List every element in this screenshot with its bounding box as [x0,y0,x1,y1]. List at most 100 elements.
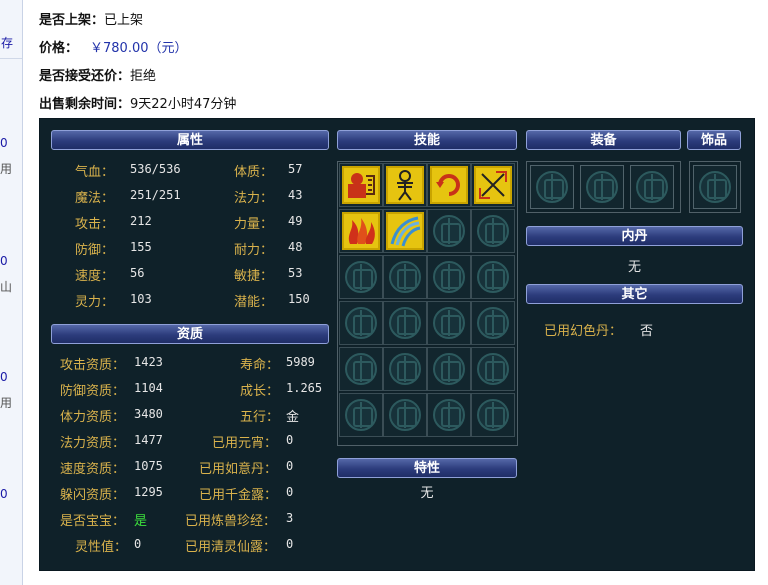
skill-slot-empty [339,393,383,437]
sidebar-fragment[interactable]: 0 [0,487,8,501]
aptitude-value: 0 [286,459,294,473]
equipment-slot[interactable] [580,165,624,209]
empty-slot-emblem-icon [477,215,509,247]
sidebar-fragment[interactable]: 0 [0,136,8,150]
attr-label: 法力： [234,191,274,206]
aptitude-value: 金 [286,410,300,425]
equipment-slots [526,161,681,213]
skill-slot[interactable] [383,209,427,253]
skill-slot[interactable] [339,209,383,253]
skill-slot[interactable] [471,163,515,207]
empty-slot-emblem-icon [433,353,465,385]
skill-slot[interactable] [427,163,471,207]
other-label: 已用幻色丹： [544,324,623,339]
empty-slot-emblem-icon [389,307,421,339]
sidebar-fragment[interactable]: 存 [1,34,13,51]
aptitude-value: 1.265 [286,381,323,395]
sidebar-fragment: 用 [0,396,13,410]
equipment-slot[interactable] [530,165,574,209]
skill-4-icon[interactable] [474,166,512,204]
attr-label: 体质： [234,165,274,180]
empty-slot-emblem-icon [477,307,509,339]
attr-value: 49 [288,214,303,228]
aptitude-value: 1423 [134,355,163,369]
empty-slot-emblem-icon [586,171,618,203]
aptitude-label: 已用炼兽珍经： [185,514,277,529]
skill-1-icon[interactable] [342,166,380,204]
empty-slot-emblem-icon [345,261,377,293]
aptitude-value: 1477 [134,433,163,447]
sidebar-divider [0,58,22,59]
attr-label: 气血： [75,165,115,180]
attributes-header: 属性 [51,130,329,150]
skill-3-icon[interactable] [430,166,468,204]
other-header: 其它 [526,284,743,304]
aptitude-label: 躲闪资质： [60,488,126,503]
empty-slot-emblem-icon [345,399,377,431]
aptitude-label: 寿命： [240,358,280,373]
other-value: 否 [640,324,654,339]
attr-label: 速度： [75,269,115,284]
skill-6-icon[interactable] [386,212,424,250]
skills-header: 技能 [337,130,517,150]
skill-5-icon[interactable] [342,212,380,250]
attr-label: 攻击： [75,217,115,232]
time-left-label: 出售剩余时间： [39,97,131,112]
attr-label: 力量： [234,217,274,232]
skill-slot-empty [339,347,383,391]
aptitude-label: 灵性值： [75,540,128,555]
skills-grid [337,161,518,446]
empty-slot-emblem-icon [389,353,421,385]
sidebar-fragment[interactable]: 0 [0,254,8,268]
aptitude-label: 速度资质： [60,462,126,477]
empty-slot-emblem-icon [345,307,377,339]
equipment-header: 装备 [526,130,681,150]
neidan-value: 无 [627,260,641,275]
aptitude-value: 3480 [134,407,163,421]
empty-slot-emblem-icon [389,399,421,431]
attr-value: 57 [288,162,303,176]
aptitude-label: 成长： [240,384,280,399]
aptitude-value: 0 [134,537,142,551]
skill-slot[interactable] [339,163,383,207]
time-left-row: 出售剩余时间：9天22小时47分钟 [39,93,236,112]
skill-slot-empty [427,347,471,391]
skill-slot-empty [427,255,471,299]
aptitude-label: 防御资质： [60,384,126,399]
bargain-row: 是否接受还价：拒绝 [39,65,156,84]
aptitude-label: 已用元宵： [212,436,278,451]
empty-slot-emblem-icon [477,261,509,293]
skill-slot-empty [383,393,427,437]
attr-value: 43 [288,188,303,202]
on-shelf-value: 已上架 [104,13,144,28]
empty-slot-emblem-icon [389,261,421,293]
skill-slot-empty [471,393,515,437]
accessory-slots [689,161,741,213]
attr-label: 敏捷： [234,269,274,284]
skill-slot[interactable] [383,163,427,207]
bargain-label: 是否接受还价： [39,69,131,84]
aptitude-label: 已用千金露： [199,488,278,503]
attr-value: 53 [288,266,303,280]
skill-2-icon[interactable] [386,166,424,204]
skill-slot-empty [383,301,427,345]
aptitude-value: 1075 [134,459,163,473]
aptitude-value: 3 [286,511,294,525]
equipment-slot[interactable] [630,165,674,209]
attr-value: 536/536 [130,162,181,176]
skill-slot-empty [471,301,515,345]
skill-slot-empty [339,301,383,345]
accessory-slot[interactable] [693,165,737,209]
attr-value: 56 [130,266,145,280]
empty-slot-emblem-icon [477,399,509,431]
bargain-value: 拒绝 [130,69,157,84]
sidebar-fragment[interactable]: 0 [0,370,8,384]
attr-value: 251/251 [130,188,181,202]
aptitude-value: 1295 [134,485,163,499]
skill-slot-empty [471,255,515,299]
skill-slot-empty [383,255,427,299]
attr-label: 灵力： [75,295,115,310]
skill-slot-empty [427,301,471,345]
aptitude-label: 已用如意丹： [199,462,278,477]
empty-slot-emblem-icon [477,353,509,385]
